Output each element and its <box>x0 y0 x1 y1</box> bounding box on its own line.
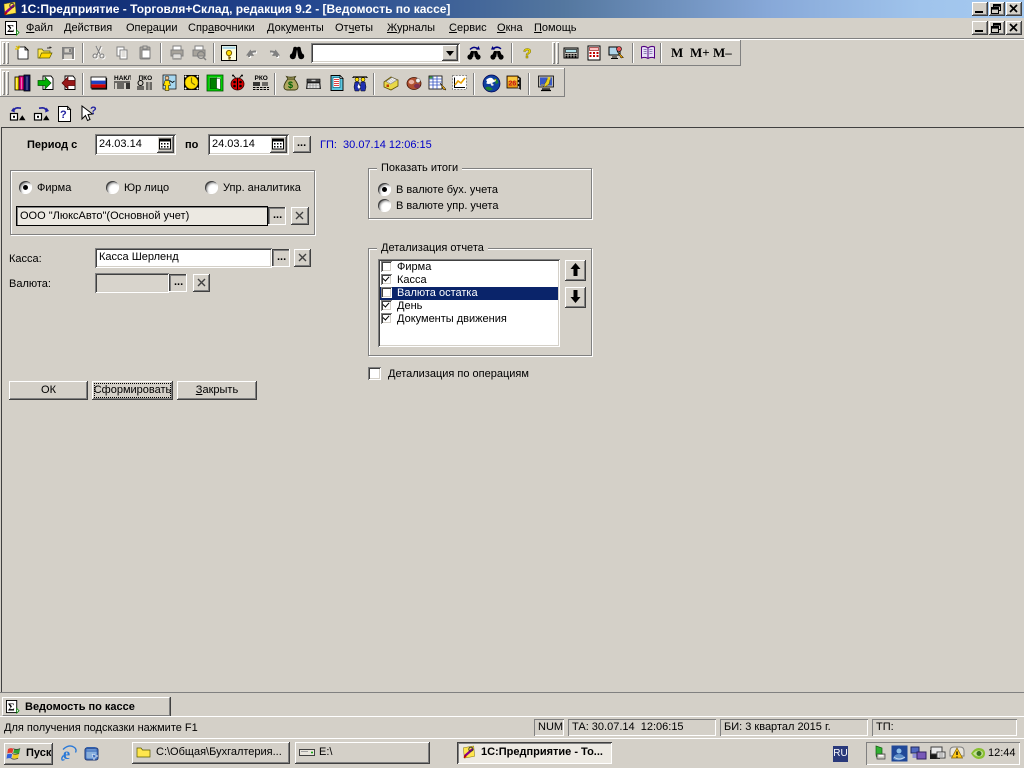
svg-text:?: ? <box>90 105 97 117</box>
svg-text:Σ: Σ <box>8 702 15 713</box>
svg-text:НАКЛ: НАКЛ <box>114 75 131 82</box>
svg-text:РКО: РКО <box>255 75 268 82</box>
svg-text:?: ? <box>60 109 67 121</box>
svg-text:$: $ <box>288 80 293 90</box>
svg-text:Σ: Σ <box>7 23 14 35</box>
svg-text:26: 26 <box>509 81 517 88</box>
svg-text:?: ? <box>523 45 532 61</box>
